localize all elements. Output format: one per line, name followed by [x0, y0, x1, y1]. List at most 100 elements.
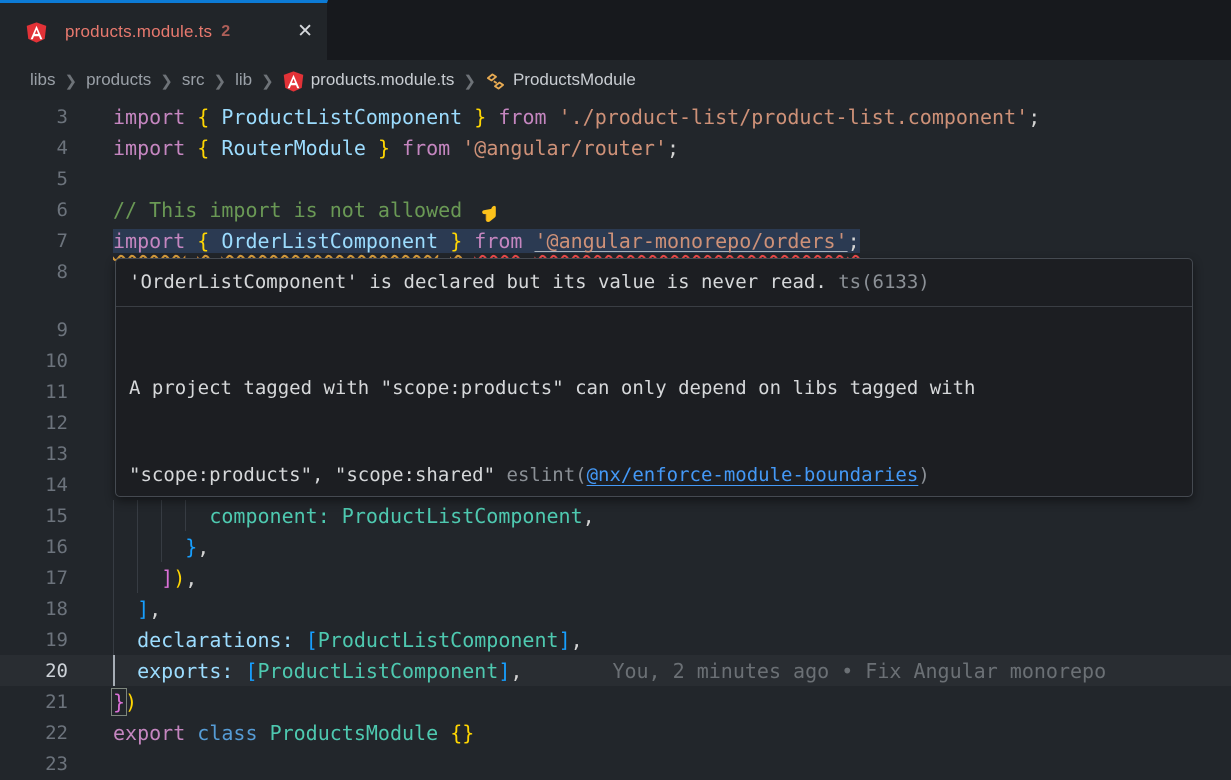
- line-number[interactable]: 19: [0, 629, 90, 651]
- code-content[interactable]: [90, 163, 1231, 194]
- code-token: [462, 105, 474, 129]
- code-token: [209, 136, 221, 160]
- code-content[interactable]: import { OrderListComponent } from '@ang…: [90, 225, 1231, 256]
- code-content[interactable]: // This import is not allowed: [90, 194, 1231, 225]
- line-number[interactable]: 22: [0, 722, 90, 744]
- code-content[interactable]: ]),: [90, 562, 1231, 593]
- code-content[interactable]: [90, 748, 1231, 779]
- code-content[interactable]: exports: [ProductListComponent],You, 2 m…: [90, 655, 1231, 686]
- code-token: OrderListComponent: [221, 229, 438, 253]
- indent-guide: [137, 531, 138, 562]
- indent-guide: [113, 624, 114, 655]
- angular-icon: [283, 71, 304, 92]
- code-token: ProductListComponent: [258, 659, 499, 683]
- code-token: [185, 136, 197, 160]
- line-number[interactable]: 23: [0, 753, 90, 775]
- indent-guide: [137, 500, 138, 531]
- chevron-right-icon: ❯: [160, 71, 173, 90]
- code-token: {: [197, 229, 209, 253]
- code-token: ProductListComponent: [221, 105, 462, 129]
- tab-problem-count-badge: 2: [221, 23, 230, 41]
- code-content[interactable]: import { ProductListComponent } from './…: [90, 101, 1231, 132]
- code-content[interactable]: }): [90, 686, 1231, 717]
- tab-title: products.module.ts: [65, 22, 212, 42]
- code-token: [: [306, 628, 318, 652]
- code-token: RouterModule: [221, 136, 366, 160]
- code-token: }: [474, 105, 486, 129]
- breadcrumb: libs❯products❯src❯lib❯ products.module.t…: [0, 60, 1231, 100]
- chevron-right-icon: ❯: [65, 71, 78, 90]
- code-line-18: 18 ],: [0, 593, 1231, 624]
- code-content[interactable]: component: ProductListComponent,: [90, 500, 1231, 531]
- code-token: ,: [583, 504, 595, 528]
- code-token: [438, 721, 450, 745]
- eslint-rule-link[interactable]: @nx/enforce-module-boundaries: [587, 464, 919, 486]
- breadcrumb-item-products-module-ts[interactable]: products.module.ts: [311, 70, 455, 90]
- code-token: [438, 229, 450, 253]
- line-number[interactable]: 10: [0, 350, 90, 372]
- code-token: import: [113, 105, 185, 129]
- line-number[interactable]: 8: [0, 261, 90, 283]
- cursor-active-indent-guide: [113, 655, 115, 686]
- code-token: [390, 136, 402, 160]
- code-token: [486, 105, 498, 129]
- code-token: import: [113, 136, 185, 160]
- code-token: [185, 105, 197, 129]
- code-content[interactable]: declarations: [ProductListComponent],: [90, 624, 1231, 655]
- module-specifier-link[interactable]: '@angular-monorepo/orders': [535, 229, 848, 253]
- breadcrumb-item-products[interactable]: products: [86, 70, 151, 90]
- code-token: [258, 721, 270, 745]
- code-token: from: [474, 229, 522, 253]
- code-content[interactable]: import { RouterModule } from '@angular/r…: [90, 132, 1231, 163]
- breadcrumb-item-lib[interactable]: lib: [235, 70, 252, 90]
- line-number[interactable]: 12: [0, 412, 90, 434]
- code-line-19: 19 declarations: [ProductListComponent],: [0, 624, 1231, 655]
- code-token: }: [450, 229, 462, 253]
- code-token: ,: [571, 628, 583, 652]
- editor: 3import { ProductListComponent } from '.…: [0, 100, 1231, 780]
- line-number[interactable]: 21: [0, 691, 90, 713]
- line-number[interactable]: 5: [0, 168, 90, 190]
- code-token: }: [185, 535, 197, 559]
- indent-guide: [161, 531, 162, 562]
- line-number[interactable]: 17: [0, 567, 90, 589]
- line-number[interactable]: 13: [0, 443, 90, 465]
- code-token: from: [402, 136, 450, 160]
- line-number[interactable]: 15: [0, 505, 90, 527]
- breadcrumb-item-src[interactable]: src: [182, 70, 205, 90]
- breadcrumb-item-productsmodule[interactable]: ProductsModule: [513, 70, 636, 90]
- line-number[interactable]: 16: [0, 536, 90, 558]
- line-number[interactable]: 14: [0, 474, 90, 496]
- code-content[interactable]: ],: [90, 593, 1231, 624]
- code-token: [: [245, 659, 257, 683]
- code-content[interactable]: export class ProductsModule {}: [90, 717, 1231, 748]
- code-token: ): [125, 690, 137, 714]
- code-token: [113, 597, 137, 621]
- code-token: ;: [667, 136, 679, 160]
- code-token: [547, 105, 559, 129]
- line-number[interactable]: 7: [0, 230, 90, 252]
- chevron-right-icon: ❯: [463, 71, 476, 90]
- breadcrumb-item-libs[interactable]: libs: [30, 70, 56, 90]
- close-icon[interactable]: ✕: [297, 22, 313, 41]
- line-number[interactable]: 18: [0, 598, 90, 620]
- code-line-20: 20 exports: [ProductListComponent],You, …: [0, 655, 1231, 686]
- indent-guide: [113, 531, 114, 562]
- line-number[interactable]: 3: [0, 106, 90, 128]
- line-number[interactable]: 4: [0, 137, 90, 159]
- tab-products-module[interactable]: products.module.ts 2 ✕: [0, 0, 328, 60]
- code-token: from: [498, 105, 546, 129]
- line-number[interactable]: 20: [0, 660, 90, 682]
- code-token: [522, 229, 534, 253]
- code-line-3: 3import { ProductListComponent } from '.…: [0, 101, 1231, 132]
- code-token: [209, 229, 221, 253]
- code-token: [330, 504, 342, 528]
- code-content[interactable]: },: [90, 531, 1231, 562]
- line-number[interactable]: 11: [0, 381, 90, 403]
- line-number[interactable]: 6: [0, 199, 90, 221]
- code-token: ProductListComponent: [318, 628, 559, 652]
- line-number[interactable]: 9: [0, 319, 90, 341]
- code-line-23: 23: [0, 748, 1231, 779]
- indent-guide: [161, 500, 162, 531]
- symbol-class-icon: [485, 71, 506, 92]
